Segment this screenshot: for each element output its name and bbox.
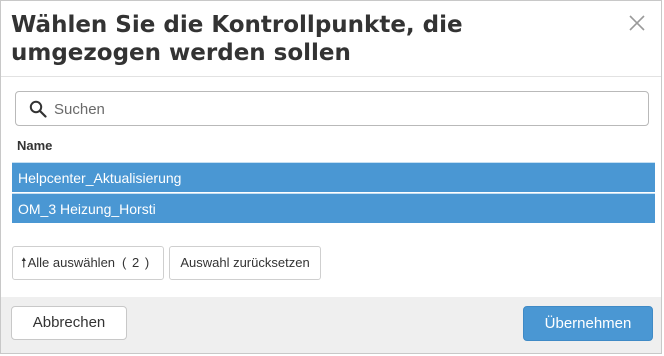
search-input[interactable] <box>52 93 646 126</box>
selection-count: ( 2 ) <box>122 255 151 270</box>
column-header-name[interactable]: Name <box>17 138 52 153</box>
list-item-label: OM_3 Heizung_Horsti <box>18 201 156 217</box>
list-item[interactable]: OM_3 Heizung_Horsti <box>12 193 655 223</box>
move-checkpoints-dialog: Wählen Sie die Kontrollpunkte, die umgez… <box>0 0 662 354</box>
dialog-footer: Abbrechen Übernehmen <box>1 297 661 353</box>
cancel-button[interactable]: Abbrechen <box>11 306 127 340</box>
reset-selection-label: Auswahl zurücksetzen <box>180 255 310 270</box>
select-all-button[interactable]: 🠕Alle auswählen ( 2 ) <box>12 246 164 280</box>
select-all-label: Alle auswählen <box>27 255 116 270</box>
list-item-label: Helpcenter_Aktualisierung <box>18 170 182 186</box>
confirm-button[interactable]: Übernehmen <box>523 306 653 341</box>
close-icon[interactable] <box>627 13 647 33</box>
dialog-title: Wählen Sie die Kontrollpunkte, die umgez… <box>11 12 463 66</box>
reset-selection-button[interactable]: Auswahl zurücksetzen <box>169 246 321 280</box>
list-item[interactable]: Helpcenter_Aktualisierung <box>12 162 655 192</box>
dialog-header: Wählen Sie die Kontrollpunkte, die umgez… <box>1 1 661 77</box>
arrow-up-icon: 🠕 <box>21 255 27 270</box>
search-icon <box>29 100 47 118</box>
checkpoint-list: Helpcenter_Aktualisierung OM_3 Heizung_H… <box>12 162 655 223</box>
search-box <box>15 91 649 126</box>
